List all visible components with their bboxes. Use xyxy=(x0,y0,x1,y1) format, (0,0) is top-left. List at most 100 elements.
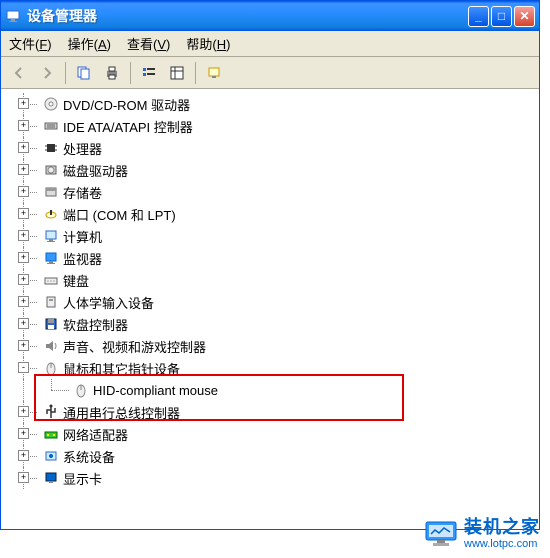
tree-node-dvd[interactable]: + DVD/CD-ROM 驱动器 xyxy=(3,93,537,115)
watermark: 装机之家 www.lotpc.com xyxy=(424,518,540,550)
close-button[interactable]: ✕ xyxy=(514,6,535,27)
list-button[interactable] xyxy=(137,61,161,85)
tree-node-ide[interactable]: + IDE ATA/ATAPI 控制器 xyxy=(3,115,537,137)
node-label: 处理器 xyxy=(63,139,102,158)
expand-button[interactable]: + xyxy=(18,164,29,175)
expand-button[interactable]: + xyxy=(18,252,29,263)
device-manager-window: 设备管理器 _ □ ✕ 文件(F) 操作(A) 查看(V) 帮助(H) + DVD… xyxy=(0,0,540,530)
expand-button[interactable]: + xyxy=(18,318,29,329)
menubar: 文件(F) 操作(A) 查看(V) 帮助(H) xyxy=(1,31,539,57)
minimize-button[interactable]: _ xyxy=(468,6,489,27)
mouse-icon xyxy=(43,360,59,376)
vol-icon xyxy=(43,184,59,200)
toolbar-separator xyxy=(130,62,131,84)
forward-button[interactable] xyxy=(35,61,59,85)
keyboard-icon xyxy=(43,272,59,288)
tree-node-mouse[interactable]: - 鼠标和其它指针设备 xyxy=(3,357,537,379)
tree-node-disk[interactable]: + 磁盘驱动器 xyxy=(3,159,537,181)
display-icon xyxy=(43,470,59,486)
tree-child-node[interactable]: HID-compliant mouse xyxy=(3,379,537,401)
node-label: 显示卡 xyxy=(63,469,102,488)
watermark-url: www.lotpc.com xyxy=(464,538,540,550)
node-label: 通用串行总线控制器 xyxy=(63,403,180,422)
node-label: 声音、视频和游戏控制器 xyxy=(63,337,206,356)
node-label: 计算机 xyxy=(63,227,102,246)
node-label: DVD/CD-ROM 驱动器 xyxy=(63,95,190,114)
child-label: HID-compliant mouse xyxy=(93,383,218,398)
expand-button[interactable]: + xyxy=(18,428,29,439)
titlebar[interactable]: 设备管理器 _ □ ✕ xyxy=(1,1,539,31)
node-label: 鼠标和其它指针设备 xyxy=(63,359,180,378)
node-label: 键盘 xyxy=(63,271,89,290)
tree-node-display[interactable]: + 显示卡 xyxy=(3,467,537,489)
menu-help[interactable]: 帮助(H) xyxy=(186,34,230,53)
toolbar xyxy=(1,57,539,89)
tree-node-keyboard[interactable]: + 键盘 xyxy=(3,269,537,291)
device-tree[interactable]: + DVD/CD-ROM 驱动器 + IDE ATA/ATAPI 控制器 + 处理器 + 磁盘… xyxy=(1,89,539,529)
tree-node-system[interactable]: + 系统设备 xyxy=(3,445,537,467)
expand-button[interactable]: + xyxy=(18,450,29,461)
tree-node-sound[interactable]: + 声音、视频和游戏控制器 xyxy=(3,335,537,357)
detail-button[interactable] xyxy=(165,61,189,85)
expand-button[interactable]: + xyxy=(18,98,29,109)
expand-button[interactable]: + xyxy=(18,230,29,241)
tree-node-hid[interactable]: + 人体学输入设备 xyxy=(3,291,537,313)
tree-node-monitor[interactable]: + 监视器 xyxy=(3,247,537,269)
tree-node-floppy[interactable]: + 软盘控制器 xyxy=(3,313,537,335)
hid-icon xyxy=(43,294,59,310)
expand-button[interactable]: + xyxy=(18,186,29,197)
back-button[interactable] xyxy=(7,61,31,85)
cpu-icon xyxy=(43,140,59,156)
expand-button[interactable]: - xyxy=(18,362,29,373)
window-title: 设备管理器 xyxy=(27,6,468,26)
node-label: 软盘控制器 xyxy=(63,315,128,334)
expand-button[interactable]: + xyxy=(18,296,29,307)
node-label: 系统设备 xyxy=(63,447,115,466)
dvd-icon xyxy=(43,96,59,112)
tree-node-cpu[interactable]: + 处理器 xyxy=(3,137,537,159)
window-buttons: _ □ ✕ xyxy=(468,6,535,27)
expand-button[interactable]: + xyxy=(18,208,29,219)
tree-node-vol[interactable]: + 存储卷 xyxy=(3,181,537,203)
tree-node-usb[interactable]: + 通用串行总线控制器 xyxy=(3,401,537,423)
expand-button[interactable]: + xyxy=(18,274,29,285)
disk-icon xyxy=(43,162,59,178)
app-icon xyxy=(5,8,21,24)
net-icon xyxy=(43,426,59,442)
expand-button[interactable]: + xyxy=(18,120,29,131)
node-label: 端口 (COM 和 LPT) xyxy=(63,205,176,224)
floppy-icon xyxy=(43,316,59,332)
node-label: 磁盘驱动器 xyxy=(63,161,128,180)
system-icon xyxy=(43,448,59,464)
menu-file[interactable]: 文件(F) xyxy=(9,34,52,53)
mouse-icon xyxy=(73,382,89,398)
pages-button[interactable] xyxy=(72,61,96,85)
refresh-button[interactable] xyxy=(202,61,226,85)
node-label: 人体学输入设备 xyxy=(63,293,154,312)
node-label: 监视器 xyxy=(63,249,102,268)
port-icon xyxy=(43,206,59,222)
monitor-icon xyxy=(43,250,59,266)
computer-icon xyxy=(43,228,59,244)
ide-icon xyxy=(43,118,59,134)
menu-view[interactable]: 查看(V) xyxy=(127,34,170,53)
expand-button[interactable]: + xyxy=(18,142,29,153)
toolbar-separator xyxy=(195,62,196,84)
expand-button[interactable]: + xyxy=(18,406,29,417)
tree-node-net[interactable]: + 网络适配器 xyxy=(3,423,537,445)
tree-node-port[interactable]: + 端口 (COM 和 LPT) xyxy=(3,203,537,225)
node-label: 网络适配器 xyxy=(63,425,128,444)
print-button[interactable] xyxy=(100,61,124,85)
expand-button[interactable]: + xyxy=(18,340,29,351)
sound-icon xyxy=(43,338,59,354)
node-label: 存储卷 xyxy=(63,183,102,202)
tree-node-computer[interactable]: + 计算机 xyxy=(3,225,537,247)
monitor-icon xyxy=(424,520,458,548)
expand-button[interactable]: + xyxy=(18,472,29,483)
toolbar-separator xyxy=(65,62,66,84)
watermark-title: 装机之家 xyxy=(464,518,540,538)
usb-icon xyxy=(43,404,59,420)
node-label: IDE ATA/ATAPI 控制器 xyxy=(63,117,193,136)
maximize-button[interactable]: □ xyxy=(491,6,512,27)
menu-action[interactable]: 操作(A) xyxy=(68,34,111,53)
